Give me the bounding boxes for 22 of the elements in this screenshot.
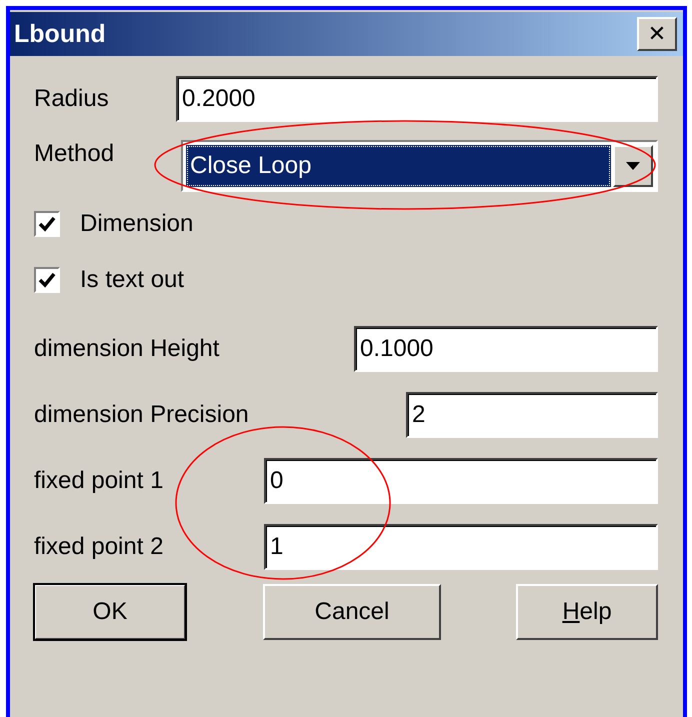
input-field[interactable]: 1 xyxy=(264,524,658,570)
dialog-button[interactable]: Help xyxy=(516,584,658,640)
window-title: Lbound xyxy=(14,20,106,48)
field-label: dimension Precision xyxy=(34,401,250,429)
radius-field[interactable]: 0.2000 xyxy=(176,76,658,122)
method-label: Method xyxy=(34,140,116,168)
input-field[interactable]: 0.1000 xyxy=(354,326,658,372)
checkbox[interactable] xyxy=(34,211,60,237)
field-label: dimension Height xyxy=(34,335,220,363)
dropdown-value: Close Loop xyxy=(186,145,611,187)
input-field[interactable]: 0 xyxy=(264,458,658,504)
field-label: fixed point 2 xyxy=(34,533,164,561)
dialog-button[interactable]: Cancel xyxy=(263,584,441,640)
close-button[interactable]: ✕ xyxy=(637,17,677,51)
input-field[interactable]: 2 xyxy=(406,392,658,438)
checkbox[interactable] xyxy=(34,267,60,293)
checkbox-label: Dimension xyxy=(80,210,194,238)
dialog-button[interactable]: OK xyxy=(34,584,186,640)
radius-label: Radius xyxy=(34,85,110,113)
field-label: fixed point 1 xyxy=(34,467,164,495)
checkbox-label: Is text out xyxy=(80,266,184,294)
method-dropdown[interactable]: Close Loop xyxy=(181,140,658,192)
